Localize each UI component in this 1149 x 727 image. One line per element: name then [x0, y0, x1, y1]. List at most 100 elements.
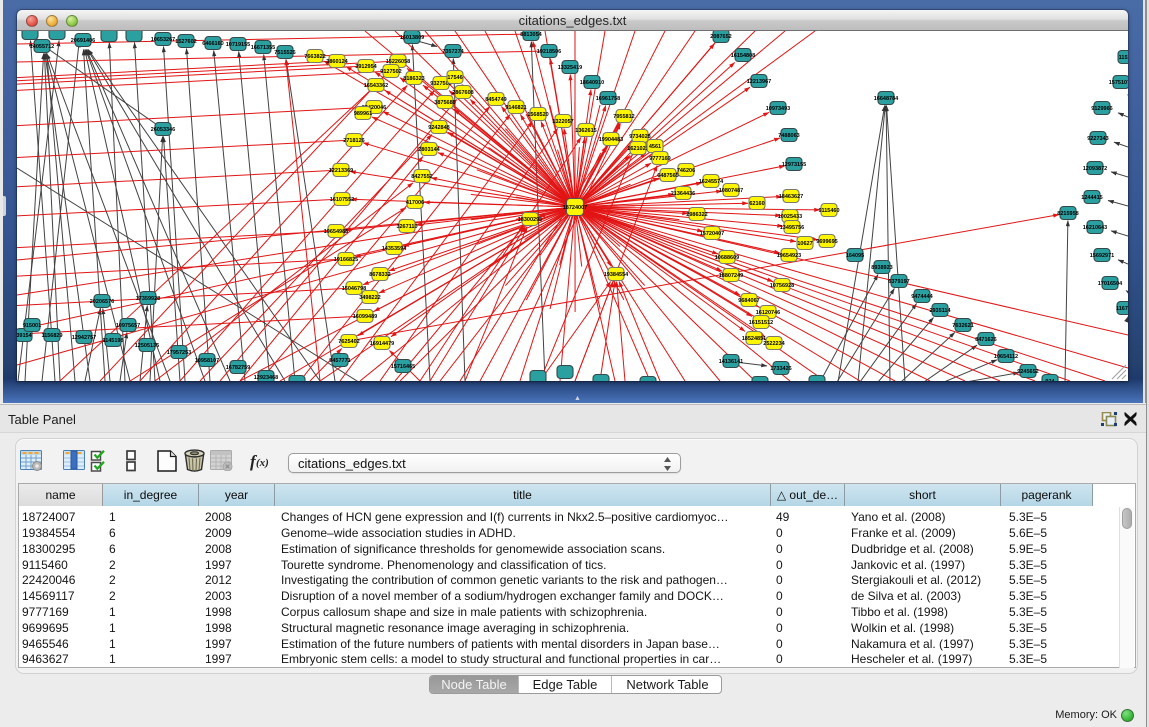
svg-text:3267110: 3267110 [396, 224, 417, 230]
svg-text:9146821: 9146821 [505, 105, 526, 111]
svg-text:2986322: 2986322 [686, 212, 707, 218]
svg-text:62160: 62160 [749, 201, 764, 207]
svg-text:18724007: 18724007 [563, 205, 587, 211]
svg-text:9227343: 9227343 [1087, 136, 1108, 142]
svg-text:18640910: 18640910 [580, 80, 604, 86]
svg-text:9242848: 9242848 [428, 125, 449, 131]
svg-text:10975657: 10975657 [116, 323, 140, 329]
svg-text:1568520: 1568520 [527, 112, 548, 118]
svg-text:10653267: 10653267 [151, 37, 175, 43]
svg-text:8471626: 8471626 [975, 337, 996, 343]
svg-text:8215958: 8215958 [1057, 211, 1078, 217]
svg-text:7632621: 7632621 [952, 323, 973, 329]
svg-text:12093872: 12093872 [1083, 166, 1107, 172]
svg-text:18463627: 18463627 [779, 194, 803, 200]
svg-text:12973155: 12973155 [782, 162, 806, 168]
svg-text:15751074: 15751074 [1109, 80, 1128, 86]
svg-text:16961758: 16961758 [596, 96, 620, 102]
svg-text:10627: 10627 [797, 241, 812, 247]
svg-text:17016504: 17016504 [1098, 281, 1123, 287]
svg-text:9127502: 9127502 [380, 69, 401, 75]
svg-text:1362615: 1362615 [575, 128, 596, 134]
svg-text:15692971: 15692971 [1090, 253, 1114, 259]
svg-text:19166825: 19166825 [334, 257, 358, 263]
svg-text:17957253: 17957253 [167, 350, 191, 356]
svg-text:7663822: 7663822 [304, 54, 325, 60]
svg-text:1621022: 1621022 [627, 146, 648, 152]
svg-text:9115460: 9115460 [818, 208, 839, 214]
svg-text:19384554: 19384554 [604, 272, 629, 278]
svg-text:3912954: 3912954 [355, 64, 377, 70]
svg-text:915001: 915001 [23, 323, 41, 329]
svg-text:8678332: 8678332 [369, 272, 390, 278]
svg-text:16013809: 16013809 [400, 35, 424, 41]
svg-text:7357274: 7357274 [442, 49, 464, 55]
svg-text:16107552: 16107552 [330, 197, 354, 203]
svg-text:39154: 39154 [17, 333, 33, 339]
svg-text:10719155: 10719155 [226, 42, 250, 48]
svg-text:10807487: 10807487 [719, 188, 743, 194]
svg-text:8427552: 8427552 [411, 174, 432, 180]
svg-text:10688609: 10688609 [715, 255, 739, 261]
svg-text:9245652: 9245652 [1017, 369, 1038, 375]
svg-text:3875685: 3875685 [434, 100, 455, 106]
svg-text:7515526: 7515526 [274, 50, 295, 56]
svg-text:1527602: 1527602 [175, 39, 196, 45]
svg-text:14055712: 14055712 [30, 44, 54, 50]
svg-text:10654112: 10654112 [994, 354, 1018, 360]
svg-text:746206: 746206 [677, 168, 695, 174]
svg-text:7625402: 7625402 [338, 339, 359, 345]
svg-text:2718126: 2718126 [343, 138, 364, 144]
svg-text:1156829: 1156829 [41, 333, 62, 339]
svg-text:16543362: 16543362 [364, 83, 388, 89]
svg-text:8938923: 8938923 [871, 265, 892, 271]
svg-text:18300295: 18300295 [518, 217, 542, 223]
svg-text:16671355: 16671355 [251, 45, 275, 51]
svg-text:19654923: 19654923 [777, 253, 801, 259]
svg-text:12923468: 12923468 [254, 375, 278, 381]
svg-text:16782759: 16782759 [226, 365, 250, 371]
svg-text:16245574: 16245574 [699, 179, 724, 185]
svg-text:1145198: 1145198 [102, 338, 123, 344]
svg-text:16914479: 16914479 [370, 341, 394, 347]
svg-text:9777169: 9777169 [649, 156, 670, 162]
svg-text:8813054: 8813054 [520, 32, 542, 38]
svg-text:10025433: 10025433 [778, 214, 802, 220]
svg-text:3860124: 3860124 [326, 59, 348, 65]
svg-text:(x): (x) [256, 457, 269, 469]
svg-text:9684067: 9684067 [738, 298, 759, 304]
svg-text:14353594: 14353594 [382, 246, 407, 252]
svg-text:20206576: 20206576 [90, 299, 114, 305]
svg-text:15716465: 15716465 [391, 364, 415, 370]
svg-text:6466160: 6466160 [202, 41, 223, 47]
svg-text:1244415: 1244415 [1081, 195, 1102, 201]
svg-text:2803144: 2803144 [418, 147, 440, 153]
svg-text:12942757: 12942757 [72, 335, 96, 341]
svg-text:15720407: 15720407 [700, 231, 724, 237]
svg-text:16648784: 16648784 [874, 96, 899, 102]
svg-text:989961: 989961 [354, 111, 372, 117]
svg-text:16151512: 16151512 [749, 320, 773, 326]
svg-text:9474444: 9474444 [911, 294, 933, 300]
svg-text:116753: 116753 [1116, 306, 1128, 312]
svg-text:9699695: 9699695 [816, 239, 837, 245]
svg-text:417006: 417006 [406, 200, 424, 206]
svg-text:26053346: 26053346 [151, 127, 175, 133]
svg-text:4561: 4561 [649, 144, 661, 150]
svg-text:2087652: 2087652 [710, 34, 731, 40]
svg-text:6379197: 6379197 [888, 279, 909, 285]
svg-text:16099489: 16099489 [353, 314, 377, 320]
svg-text:17359928: 17359928 [136, 296, 160, 302]
svg-text:164095: 164095 [846, 253, 864, 259]
svg-text:13495756: 13495756 [780, 225, 804, 231]
svg-text:9734028: 9734028 [629, 134, 650, 140]
svg-text:2935114: 2935114 [929, 308, 951, 314]
svg-text:8454749: 8454749 [485, 97, 506, 103]
svg-text:19654985: 19654985 [324, 229, 348, 235]
svg-text:1733426: 1733426 [770, 366, 791, 372]
svg-text:13325419: 13325419 [558, 65, 582, 71]
svg-text:11511: 11511 [1119, 55, 1128, 61]
svg-text:12213369: 12213369 [329, 168, 353, 174]
svg-text:12213967: 12213967 [747, 79, 771, 85]
svg-text:3498222: 3498222 [359, 295, 380, 301]
